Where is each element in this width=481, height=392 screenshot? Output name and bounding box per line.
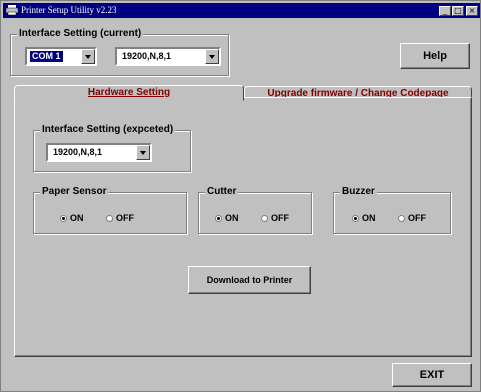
port-select[interactable]: COM 1 bbox=[25, 47, 97, 66]
baud-expected-value: 19200,N,8,1 bbox=[53, 147, 103, 157]
paper-sensor-off-label: OFF bbox=[116, 213, 134, 223]
chevron-down-icon bbox=[209, 55, 215, 59]
tab-hardware-setting[interactable]: Hardware Setting bbox=[14, 85, 244, 101]
interface-expected-group: Interface Setting (expceted) 19200,N,8,1 bbox=[33, 123, 191, 172]
buzzer-group: Buzzer ON OFF bbox=[333, 185, 451, 234]
radio-unselected-icon bbox=[106, 215, 113, 223]
close-icon: × bbox=[468, 6, 476, 15]
app-window: Printer Setup Utility v2.23 _ □ × Interf… bbox=[0, 0, 481, 392]
radio-unselected-icon bbox=[398, 215, 405, 223]
maximize-icon: □ bbox=[454, 6, 462, 15]
paper-sensor-label: Paper Sensor bbox=[40, 185, 109, 198]
buzzer-off-label: OFF bbox=[408, 213, 426, 223]
radio-unselected-icon bbox=[261, 215, 268, 223]
cutter-group: Cutter ON OFF bbox=[198, 185, 312, 234]
minimize-icon: _ bbox=[443, 6, 447, 15]
paper-sensor-group: Paper Sensor ON OFF bbox=[33, 185, 187, 234]
cutter-on-label: ON bbox=[225, 213, 239, 223]
download-to-printer-button[interactable]: Download to Printer bbox=[188, 266, 311, 294]
buzzer-off-radio[interactable]: OFF bbox=[398, 213, 426, 224]
baud-current-dropdown-button[interactable] bbox=[205, 49, 219, 64]
baud-current-value: 19200,N,8,1 bbox=[122, 51, 172, 61]
maximize-button[interactable]: □ bbox=[452, 6, 464, 16]
port-value: COM 1 bbox=[30, 51, 63, 62]
interface-current-label: Interface Setting (current) bbox=[17, 27, 144, 40]
baud-expected-dropdown-button[interactable] bbox=[136, 145, 150, 160]
interface-expected-label: Interface Setting (expceted) bbox=[40, 123, 176, 136]
close-button[interactable]: × bbox=[466, 6, 478, 16]
radio-selected-icon bbox=[60, 215, 67, 223]
buzzer-on-label: ON bbox=[362, 213, 376, 223]
paper-sensor-off-radio[interactable]: OFF bbox=[106, 213, 134, 224]
radio-selected-icon bbox=[215, 215, 222, 223]
chevron-down-icon bbox=[140, 151, 146, 155]
title-bar: Printer Setup Utility v2.23 _ □ × bbox=[3, 3, 480, 18]
cutter-label: Cutter bbox=[205, 185, 239, 198]
baud-current-select[interactable]: 19200,N,8,1 bbox=[115, 47, 221, 66]
cutter-on-radio[interactable]: ON bbox=[215, 213, 239, 224]
interface-current-group: Interface Setting (current) COM 1 19200,… bbox=[10, 27, 229, 76]
hardware-setting-panel: Interface Setting (expceted) 19200,N,8,1… bbox=[14, 97, 472, 357]
printer-icon bbox=[6, 5, 18, 15]
baud-expected-select[interactable]: 19200,N,8,1 bbox=[46, 143, 152, 162]
window-title: Printer Setup Utility v2.23 bbox=[21, 5, 117, 15]
exit-button[interactable]: EXIT bbox=[392, 363, 472, 387]
buzzer-label: Buzzer bbox=[340, 185, 377, 198]
paper-sensor-on-radio[interactable]: ON bbox=[60, 213, 84, 224]
paper-sensor-on-label: ON bbox=[70, 213, 84, 223]
buzzer-on-radio[interactable]: ON bbox=[352, 213, 376, 224]
port-dropdown-button[interactable] bbox=[81, 49, 95, 64]
radio-selected-icon bbox=[352, 215, 359, 223]
help-button[interactable]: Help bbox=[400, 43, 470, 69]
chevron-down-icon bbox=[85, 55, 91, 59]
cutter-off-radio[interactable]: OFF bbox=[261, 213, 289, 224]
minimize-button[interactable]: _ bbox=[439, 6, 451, 16]
cutter-off-label: OFF bbox=[271, 213, 289, 223]
